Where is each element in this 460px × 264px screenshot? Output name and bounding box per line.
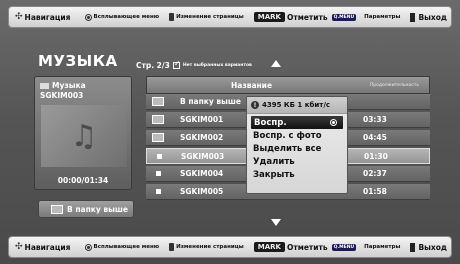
menu-item-play[interactable]: Воспр.	[251, 116, 343, 129]
folder-icon	[152, 115, 164, 124]
folder-icon	[152, 133, 164, 142]
folder-up-icon	[51, 204, 63, 214]
legend-qmenu: Q.MENU	[331, 13, 357, 21]
info-icon: !	[251, 101, 259, 109]
qmenu-key: Q.MENU	[331, 243, 357, 251]
mark-key: MARK	[253, 242, 285, 252]
bottom-legend-bar: ✣ Навигация Всплывающее меню Изменение с…	[8, 236, 452, 258]
legend-popup-menu: Всплывающее меню	[84, 243, 159, 251]
scroll-down-arrow-icon[interactable]	[271, 219, 281, 226]
radio-selected-icon	[330, 119, 337, 126]
legend-mark: MARK Отметить	[253, 242, 328, 252]
preview-track-name: SGKIM003	[40, 91, 84, 100]
ok-button-icon	[84, 13, 92, 21]
legend-params: Параметры	[364, 244, 401, 250]
file-info: ! 4395 КБ 1 кбит/с	[247, 97, 347, 114]
album-art: ♫	[41, 105, 127, 167]
preview-panel: Музыка SGKIM003 ♫ 00:00/01:34	[34, 76, 132, 190]
legend-navigation: ✣ Навигация	[15, 242, 71, 252]
legend-exit: Выход	[410, 242, 447, 252]
music-note-icon: ♫	[70, 118, 98, 154]
checkbox-icon	[172, 59, 181, 69]
legend-exit: Выход	[410, 12, 447, 22]
file-icon	[156, 171, 161, 176]
page-title: МУЗЫКА	[38, 52, 118, 70]
scroll-up-arrow-icon[interactable]	[271, 60, 281, 67]
file-icon	[156, 189, 161, 194]
legend-qmenu: Q.MENU	[331, 243, 357, 251]
page-indicator: Стр. 2/3 Нет выбранных вариантов	[136, 59, 252, 70]
legend-params: Параметры	[364, 14, 401, 20]
legend-page-change: Изменение страницы	[169, 243, 244, 251]
legend-popup-menu: Всплывающее меню	[84, 13, 159, 21]
folder-icon	[40, 83, 49, 89]
page-icon	[169, 13, 175, 21]
parent-folder-button[interactable]: В папку выше	[38, 200, 134, 218]
menu-item-play-with-photo[interactable]: Воспр. с фото	[247, 129, 347, 142]
column-name: Название	[231, 81, 273, 90]
list-header: Название Продолжительность	[146, 76, 430, 94]
legend-page-change: Изменение страницы	[169, 13, 244, 21]
exit-icon	[410, 242, 416, 252]
menu-item-close[interactable]: Закрыть	[247, 168, 347, 181]
column-duration: Продолжительность	[369, 83, 419, 88]
popup-menu: ! 4395 КБ 1 кбит/с Воспр. Воспр. с фото …	[246, 96, 348, 194]
playback-time: 00:00/01:34	[57, 176, 109, 185]
navigation-icon: ✣	[15, 12, 23, 22]
folder-up-icon	[152, 97, 164, 106]
qmenu-key: Q.MENU	[331, 13, 357, 21]
exit-icon	[410, 12, 416, 22]
legend-mark: MARK Отметить	[253, 12, 328, 22]
menu-item-select-all[interactable]: Выделить все	[247, 142, 347, 155]
preview-header: Музыка SGKIM003	[35, 77, 131, 105]
navigation-icon: ✣	[15, 242, 23, 252]
mark-key: MARK	[253, 12, 285, 22]
file-icon	[157, 154, 162, 159]
legend-navigation: ✣ Навигация	[15, 12, 71, 22]
menu-item-delete[interactable]: Удалить	[247, 155, 347, 168]
page-icon	[169, 243, 175, 251]
selection-status: Нет выбранных вариантов	[182, 63, 252, 68]
top-legend-bar: ✣ Навигация Всплывающее меню Изменение с…	[8, 6, 452, 28]
ok-button-icon	[84, 243, 92, 251]
